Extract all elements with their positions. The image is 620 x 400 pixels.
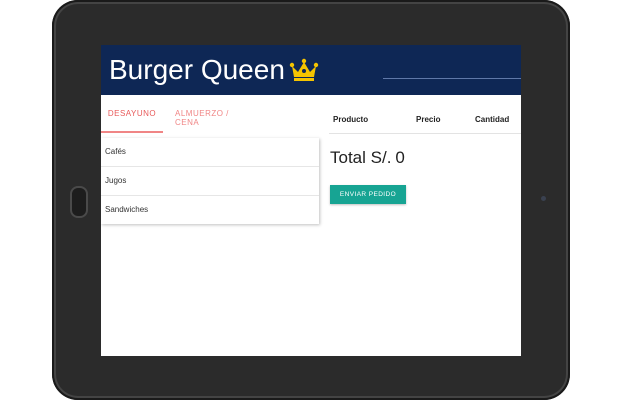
menu-item-jugos[interactable]: Jugos <box>101 167 319 196</box>
app-header: Burger Queen <box>101 45 521 95</box>
sensor-dot <box>541 196 546 201</box>
menu-tabs: DESAYUNO ALMUERZO / CENA <box>101 109 319 133</box>
order-total: Total S/. 0 <box>330 148 409 168</box>
column-precio: Precio <box>416 115 441 124</box>
tab-almuerzo-cena[interactable]: ALMUERZO / CENA <box>175 109 245 131</box>
order-table-header: Producto Precio Cantidad <box>329 109 521 134</box>
menu-list: Cafés Jugos Sandwiches <box>101 138 319 224</box>
send-order-button[interactable]: ENVIAR PEDIDO <box>330 185 406 204</box>
column-cantidad: Cantidad <box>475 115 510 124</box>
total-value: 0 <box>395 148 405 167</box>
tab-desayuno[interactable]: DESAYUNO <box>101 109 163 133</box>
crown-icon <box>289 58 319 81</box>
header-divider <box>383 78 521 79</box>
menu-item-sandwiches[interactable]: Sandwiches <box>101 196 319 224</box>
total-label: Total S/. <box>330 148 392 167</box>
home-button[interactable] <box>70 186 88 218</box>
app-screen: Burger Queen DESAYUNO ALMUERZO / CENA Ca… <box>101 45 521 356</box>
column-producto: Producto <box>333 115 369 124</box>
app-title: Burger Queen <box>109 54 285 85</box>
menu-item-cafes[interactable]: Cafés <box>101 138 319 167</box>
